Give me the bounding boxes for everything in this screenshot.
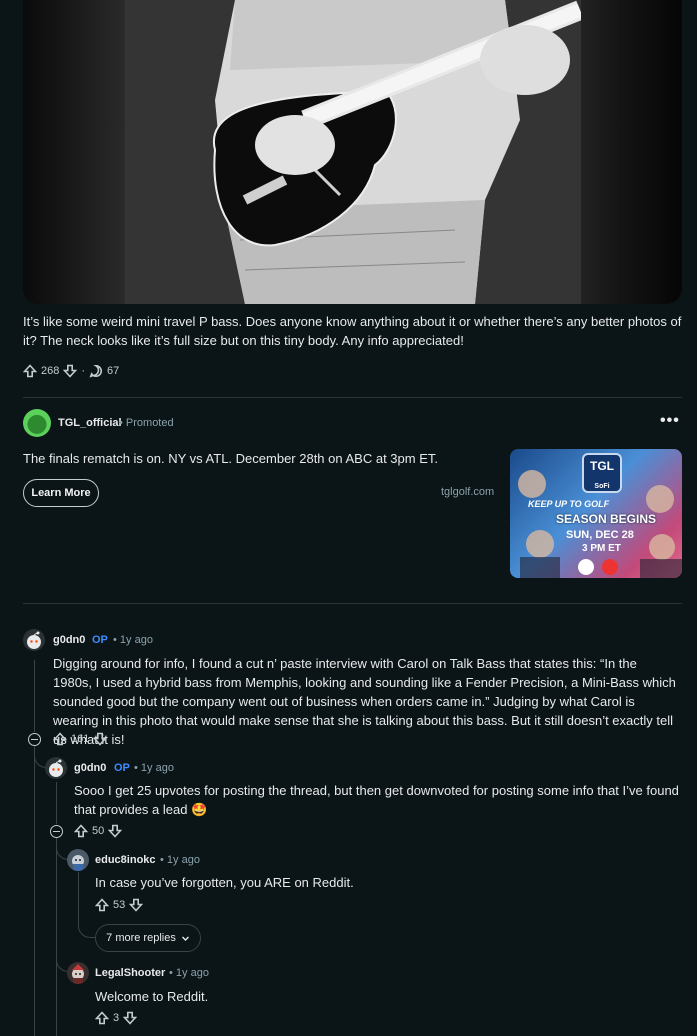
ad-line4: 3 PM ET <box>582 543 621 554</box>
more-options-icon[interactable]: ••• <box>660 413 680 429</box>
divider <box>23 603 682 604</box>
comment-text: Digging around for info, I found a cut n… <box>53 656 676 747</box>
avatar[interactable] <box>23 629 45 651</box>
post-actions: 268 · 67 <box>23 364 119 378</box>
op-badge: OP <box>92 634 108 646</box>
comment-text: Sooo I get 25 upvotes for posting the th… <box>74 783 679 817</box>
thread-line <box>34 746 35 1036</box>
ad-line2: SEASON BEGINS <box>556 512 657 526</box>
comment-vote-count: 161 <box>71 733 90 745</box>
op-badge: OP <box>114 762 130 774</box>
more-replies-label: 7 more replies <box>106 932 176 944</box>
promo-domain[interactable]: tglgolf.com <box>441 486 494 498</box>
comment-text: In case you’ve forgotten, you ARE on Red… <box>95 875 354 890</box>
thread-curve <box>78 904 95 938</box>
comment-icon[interactable] <box>89 364 103 378</box>
avatar[interactable] <box>67 962 89 984</box>
more-replies-button[interactable]: 7 more replies <box>95 924 201 952</box>
promo-avatar[interactable] <box>23 409 51 437</box>
downvote-icon[interactable] <box>123 1011 138 1025</box>
thread-line <box>34 660 35 732</box>
post-body-text: It’s like some weird mini travel P bass.… <box>23 314 682 348</box>
comment-time: • 1y ago <box>169 967 209 979</box>
comment-actions: 53 <box>95 898 144 912</box>
ad-badge-sub: SoFi <box>594 483 610 490</box>
post-comment-count: 67 <box>107 365 120 377</box>
comment-author[interactable]: g0dn0 <box>74 762 106 774</box>
comment-author[interactable]: LegalShooter <box>95 967 165 979</box>
upvote-icon[interactable] <box>53 732 67 746</box>
upvote-icon[interactable] <box>23 364 37 378</box>
upvote-icon[interactable] <box>74 824 88 838</box>
comment-time: • 1y ago <box>113 634 153 646</box>
comment-vote-count: 3 <box>113 1012 120 1024</box>
media-blur-left <box>23 0 125 304</box>
post-upvote-count: 268 <box>41 365 60 377</box>
promo-ad-image[interactable]: TGL SoFi KEEP UP TO GOLF SEASON BEGINS S… <box>510 449 682 578</box>
promo-text[interactable]: The finals rematch is on. NY vs ATL. Dec… <box>23 451 438 466</box>
collapse-icon[interactable] <box>50 825 63 838</box>
comment-actions: 50 <box>74 824 123 838</box>
thread-curve <box>56 950 68 972</box>
comment-author[interactable]: g0dn0 <box>53 634 85 646</box>
comment-time: • 1y ago <box>160 854 200 866</box>
ad-line3: SUN, DEC 28 <box>566 529 634 541</box>
comment-actions: 3 <box>95 1011 138 1025</box>
chevron-down-icon <box>181 936 189 941</box>
comment-author[interactable]: educ8inokc <box>95 854 156 866</box>
downvote-icon[interactable] <box>129 898 144 912</box>
avatar[interactable] <box>45 757 67 779</box>
comment-actions: 161 <box>53 732 108 746</box>
promoted-label: • Promoted <box>119 417 174 429</box>
collapse-icon[interactable] <box>28 733 41 746</box>
thread-line <box>78 872 79 904</box>
thread-line <box>56 838 57 1036</box>
promo-author[interactable]: TGL_official <box>58 417 122 429</box>
bass-photo <box>125 0 581 304</box>
thread-curve <box>56 838 68 860</box>
comment-text: Welcome to Reddit. <box>95 989 209 1004</box>
comment-time: • 1y ago <box>134 762 174 774</box>
avatar[interactable] <box>67 849 89 871</box>
divider <box>23 397 682 398</box>
downvote-icon[interactable] <box>93 732 108 746</box>
comment-vote-count: 50 <box>92 825 105 837</box>
upvote-icon[interactable] <box>95 1011 109 1025</box>
learn-more-button[interactable]: Learn More <box>23 479 99 507</box>
ad-line1: KEEP UP TO GOLF <box>528 499 610 509</box>
separator-dot: · <box>81 365 86 377</box>
downvote-icon[interactable] <box>63 364 78 378</box>
ad-badge: TGL SoFi <box>582 453 622 493</box>
thread-line <box>56 782 57 824</box>
ad-badge-text: TGL <box>590 459 614 473</box>
media-blur-right <box>581 0 682 304</box>
upvote-icon[interactable] <box>95 898 109 912</box>
downvote-icon[interactable] <box>108 824 123 838</box>
comment-vote-count: 53 <box>113 899 126 911</box>
post-media[interactable] <box>23 0 682 304</box>
